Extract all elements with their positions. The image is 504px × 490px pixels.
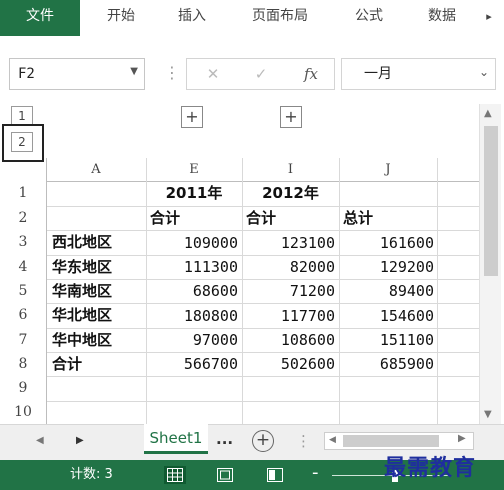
column-header-E[interactable]: E xyxy=(146,158,242,181)
grid-view-icon xyxy=(167,468,183,482)
cell-I3[interactable]: 123100 xyxy=(242,231,335,255)
add-sheet-button[interactable]: + xyxy=(252,430,274,452)
page-layout-icon xyxy=(217,468,233,482)
cell-I6[interactable]: 117700 xyxy=(242,304,335,328)
formula-value: 一月 xyxy=(364,66,392,82)
normal-view-button[interactable] xyxy=(164,466,186,484)
formula-input[interactable]: 一月 ⌄ xyxy=(341,58,496,90)
page-layout-view-button[interactable] xyxy=(214,466,236,484)
cell-J3[interactable]: 161600 xyxy=(339,231,434,255)
insert-function-icon[interactable]: fx xyxy=(291,59,331,89)
cell-E7[interactable]: 97000 xyxy=(146,328,238,352)
expand-group-button-2[interactable]: + xyxy=(280,106,302,128)
zoom-out-button[interactable]: - xyxy=(312,462,319,483)
cell-J4[interactable]: 129200 xyxy=(339,255,434,279)
tab-insert[interactable]: 插入 xyxy=(163,0,221,36)
scroll-right-icon[interactable]: ▶ xyxy=(458,433,466,444)
chevron-down-icon[interactable]: ▼ xyxy=(130,66,138,77)
select-all-corner[interactable] xyxy=(0,158,46,181)
tab-file[interactable]: 文件 xyxy=(0,0,80,36)
cell-A3[interactable]: 西北地区 xyxy=(52,230,144,254)
scroll-left-icon[interactable]: ◀ xyxy=(329,435,336,445)
row-header-9[interactable]: 9 xyxy=(0,376,46,401)
scroll-down-icon[interactable]: ▼ xyxy=(484,409,492,420)
tab-formulas[interactable]: 公式 xyxy=(343,0,395,36)
cell-E2[interactable]: 合计 xyxy=(150,206,240,230)
tab-page-layout[interactable]: 页面布局 xyxy=(240,0,320,36)
outline-level-2-button[interactable]: 2 xyxy=(11,132,33,152)
row-header-10[interactable]: 10 xyxy=(0,401,46,424)
outline-level-1-button[interactable]: 1 xyxy=(11,106,33,126)
horizontal-scrollbar[interactable]: ◀ xyxy=(324,432,474,450)
sheet-next-icon[interactable]: ▶ xyxy=(76,435,84,446)
expand-formula-icon[interactable]: ⌄ xyxy=(479,65,489,79)
scroll-thumb[interactable] xyxy=(484,126,498,276)
expand-group-button-1[interactable]: + xyxy=(181,106,203,128)
row-header-6[interactable]: 6 xyxy=(0,303,46,328)
cell-I7[interactable]: 108600 xyxy=(242,328,335,352)
row-header-2[interactable]: 2 xyxy=(0,206,46,230)
cell-J5[interactable]: 89400 xyxy=(339,279,434,303)
hscroll-thumb[interactable] xyxy=(343,435,439,447)
cell-A5[interactable]: 华南地区 xyxy=(52,279,144,303)
enter-icon[interactable]: ✓ xyxy=(243,59,279,89)
sheet-tab-sheet1[interactable]: Sheet1 xyxy=(144,424,208,454)
cell-A8[interactable]: 合计 xyxy=(52,352,144,376)
vertical-scrollbar[interactable]: ▲ ▼ xyxy=(479,104,501,426)
row-header-7[interactable]: 7 xyxy=(0,328,46,352)
formula-buttons: ✕ ✓ fx xyxy=(186,58,335,90)
cell-A7[interactable]: 华中地区 xyxy=(52,328,144,352)
row-header-1[interactable]: 1 xyxy=(0,181,46,206)
drag-handle-icon[interactable]: ⋮ xyxy=(164,63,180,82)
watermark-text: 最需教育 xyxy=(384,455,477,481)
row-header-3[interactable]: 3 xyxy=(0,230,46,255)
cell-J8[interactable]: 685900 xyxy=(339,352,434,376)
column-header-I[interactable]: I xyxy=(242,158,339,181)
column-header-J[interactable]: J xyxy=(339,158,437,181)
name-box[interactable]: F2 ▼ xyxy=(9,58,145,90)
cell-A6[interactable]: 华北地区 xyxy=(52,303,144,327)
grid-line xyxy=(437,158,438,424)
grid-line xyxy=(46,158,47,424)
caret-right-icon[interactable]: ▸ xyxy=(478,0,500,36)
cell-I8[interactable]: 502600 xyxy=(242,352,335,376)
cancel-icon[interactable]: ✕ xyxy=(195,59,231,89)
page-break-icon xyxy=(267,468,283,482)
tab-data[interactable]: 数据 xyxy=(416,0,468,36)
cell-E5[interactable]: 68600 xyxy=(146,279,238,303)
column-header-A[interactable]: A xyxy=(46,158,146,181)
cell-J2[interactable]: 总计 xyxy=(343,206,433,230)
cell-E8[interactable]: 566700 xyxy=(146,352,238,376)
sheet-prev-icon[interactable]: ◀ xyxy=(36,435,44,446)
row-header-5[interactable]: 5 xyxy=(0,279,46,303)
row-header-8[interactable]: 8 xyxy=(0,352,46,376)
excel-window: 文件 开始 插入 页面布局 公式 数据 ▸ F2 ▼ ⋮ ✕ ✓ fx 一月 ⌄… xyxy=(0,0,504,490)
page-break-view-button[interactable] xyxy=(264,466,286,484)
cell-I1[interactable]: 2012年 xyxy=(242,181,339,205)
name-box-value: F2 xyxy=(18,66,35,82)
ribbon-tabs: 文件 开始 插入 页面布局 公式 数据 ▸ xyxy=(0,0,504,36)
cell-E1[interactable]: 2011年 xyxy=(146,181,242,205)
cell-E6[interactable]: 180800 xyxy=(146,304,238,328)
drag-handle-icon[interactable]: ⋮ xyxy=(296,432,311,450)
grid-line xyxy=(46,376,479,377)
tab-home[interactable]: 开始 xyxy=(92,0,150,36)
grid-line xyxy=(46,401,479,402)
cell-I4[interactable]: 82000 xyxy=(242,255,335,279)
scroll-up-icon[interactable]: ▲ xyxy=(484,108,492,119)
cell-I2[interactable]: 合计 xyxy=(246,206,336,230)
more-sheets-button[interactable]: ... xyxy=(216,430,233,448)
cell-I5[interactable]: 71200 xyxy=(242,279,335,303)
cell-E4[interactable]: 111300 xyxy=(146,255,238,279)
cell-A4[interactable]: 华东地区 xyxy=(52,255,144,279)
cell-E3[interactable]: 109000 xyxy=(146,231,238,255)
count-indicator: 计数: 3 xyxy=(70,467,113,482)
cell-J6[interactable]: 154600 xyxy=(339,304,434,328)
cell-J7[interactable]: 151100 xyxy=(339,328,434,352)
row-header-4[interactable]: 4 xyxy=(0,255,46,279)
